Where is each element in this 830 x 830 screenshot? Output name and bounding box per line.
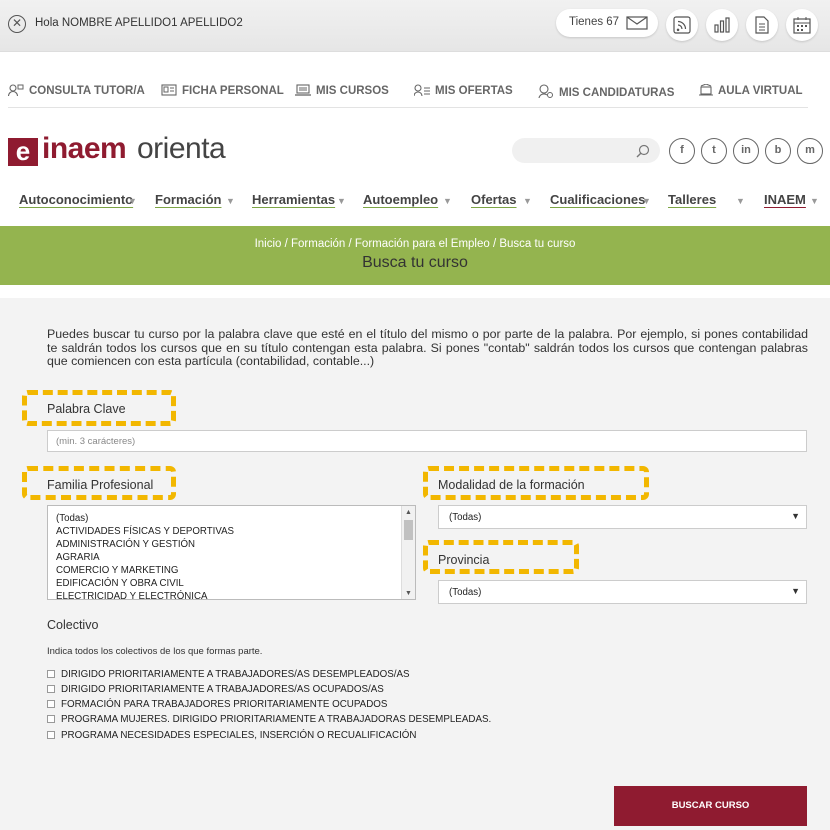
checkbox[interactable] [47,731,55,739]
colectivo-option[interactable]: PROGRAMA NECESIDADES ESPECIALES, INSERCI… [47,730,417,741]
tutor-icon [7,84,24,97]
listbox-scrollbar[interactable]: ▲ ▼ [401,506,415,599]
logo-e-mark: e [8,138,38,166]
colectivo-label: Colectivo [47,618,99,632]
colectivo-hint: Indica todos los colectivos de los que f… [47,646,263,657]
list-option[interactable]: COMERCIO Y MARKETING [48,564,415,577]
menu-talleres[interactable]: Talleres [668,192,716,207]
scroll-down-icon[interactable]: ▼ [405,590,412,597]
chevron-down-icon[interactable]: ▼ [523,196,532,206]
chevron-down-icon[interactable]: ▼ [642,196,651,206]
colectivo-option[interactable]: FORMACIÓN PARA TRABAJADORES PRIORITARIAM… [47,699,387,710]
modalidad-label: Modalidad de la formación [438,478,585,492]
menu-cualificaciones[interactable]: Cualificaciones [550,192,645,207]
colectivo-option[interactable]: PROGRAMA MUJERES. DIRIGIDO PRIORITARIAME… [47,714,491,725]
list-option[interactable]: ADMINISTRACIÓN Y GESTIÓN [48,538,415,551]
laptop-icon [295,84,311,96]
nav-mis-candidaturas[interactable]: MIS CANDIDATURAS [538,84,674,99]
linkedin-icon[interactable]: in [733,138,759,164]
menu-ofertas[interactable]: Ofertas [471,192,517,207]
provincia-value: (Todas) [449,587,482,598]
nav-mis-ofertas[interactable]: MIS OFERTAS [413,84,513,97]
nav-consulta-tutor[interactable]: CONSULTA TUTOR/A [7,84,145,97]
facebook-icon[interactable]: f [669,138,695,164]
checkbox[interactable] [47,715,55,723]
rss-icon[interactable] [666,9,698,41]
list-option[interactable]: ACTIVIDADES FÍSICAS Y DEPORTIVAS [48,525,415,538]
candidature-icon [538,84,553,99]
messages-button[interactable]: Tienes 67 [556,9,658,37]
envelope-icon [626,16,648,30]
palabra-clave-input[interactable]: (min. 3 carácteres) [47,430,807,452]
chevron-down-icon[interactable]: ▼ [736,196,745,206]
breadcrumb[interactable]: Inicio / Formación / Formación para el E… [0,238,830,250]
chevron-down-icon[interactable]: ▼ [128,196,137,206]
scroll-up-icon[interactable]: ▲ [405,509,412,516]
close-icon[interactable]: ✕ [8,15,26,33]
user-greeting: Hola NOMBRE APELLIDO1 APELLIDO2 [35,17,243,29]
list-option[interactable]: (Todas) [48,512,415,525]
blogger-icon[interactable]: b [765,138,791,164]
course-search-form: Puedes buscar tu curso por la palabra cl… [0,298,830,830]
calendar-icon[interactable] [786,9,818,41]
top-bar: ✕ Hola NOMBRE APELLIDO1 APELLIDO2 Tienes… [0,0,830,52]
id-card-icon [161,84,177,96]
chart-icon[interactable] [706,9,738,41]
mobile-icon[interactable]: m [797,138,823,164]
offers-icon [413,84,430,97]
chevron-down-icon[interactable]: ▼ [337,196,346,206]
checkbox[interactable] [47,685,55,693]
chevron-down-icon[interactable]: ▼ [226,196,235,206]
chevron-down-icon: ▼ [791,586,800,596]
list-option[interactable]: EDIFICACIÓN Y OBRA CIVIL [48,577,415,590]
palabra-clave-label: Palabra Clave [47,402,126,416]
user-nav: CONSULTA TUTOR/A FICHA PERSONAL MIS CURS… [0,83,830,104]
modalidad-select[interactable]: (Todas) ▼ [438,505,807,529]
logo-inaem-text: inaem [42,132,127,165]
list-option[interactable]: AGRARIA [48,551,415,564]
provincia-select[interactable]: (Todas) ▼ [438,580,807,604]
nav-aula-virtual[interactable]: AULA VIRTUAL [699,83,803,97]
menu-inaem[interactable]: INAEM [764,192,806,207]
logo-orienta-text: orienta [137,132,226,165]
intro-text: Puedes buscar tu curso por la palabra cl… [47,327,808,368]
search-icon[interactable] [636,144,650,158]
menu-herramientas[interactable]: Herramientas [252,192,335,207]
messages-label: Tienes 67 [569,16,620,28]
chevron-down-icon[interactable]: ▼ [810,196,819,206]
list-option[interactable]: ELECTRICIDAD Y ELECTRÓNICA [48,590,415,599]
nav-mis-cursos[interactable]: MIS CURSOS [295,84,389,97]
nav-ficha-personal[interactable]: FICHA PERSONAL [161,84,284,97]
virtual-classroom-icon [699,83,713,96]
twitter-icon[interactable]: t [701,138,727,164]
page-banner: Inicio / Formación / Formación para el E… [0,226,830,285]
provincia-label: Provincia [438,553,490,567]
colectivo-option[interactable]: DIRIGIDO PRIORITARIAMENTE A TRABAJADORES… [47,684,384,695]
checkbox[interactable] [47,700,55,708]
menu-formacion[interactable]: Formación [155,192,221,207]
familia-profesional-label: Familia Profesional [47,478,154,492]
document-icon[interactable] [746,9,778,41]
colectivo-option[interactable]: DIRIGIDO PRIORITARIAMENTE A TRABAJADORES… [47,669,410,680]
divider [8,107,808,108]
chevron-down-icon: ▼ [791,511,800,521]
buscar-curso-button[interactable]: BUSCAR CURSO [614,786,807,826]
scrollbar-thumb[interactable] [404,520,413,540]
page-title: Busca tu curso [362,254,468,271]
menu-autoconocimiento[interactable]: Autoconocimiento [19,192,133,207]
familia-profesional-listbox[interactable]: (Todas) ACTIVIDADES FÍSICAS Y DEPORTIVAS… [47,505,416,600]
menu-autoempleo[interactable]: Autoempleo [363,192,438,207]
chevron-down-icon[interactable]: ▼ [443,196,452,206]
site-search-input[interactable] [512,138,660,163]
checkbox[interactable] [47,670,55,678]
modalidad-value: (Todas) [449,512,482,523]
